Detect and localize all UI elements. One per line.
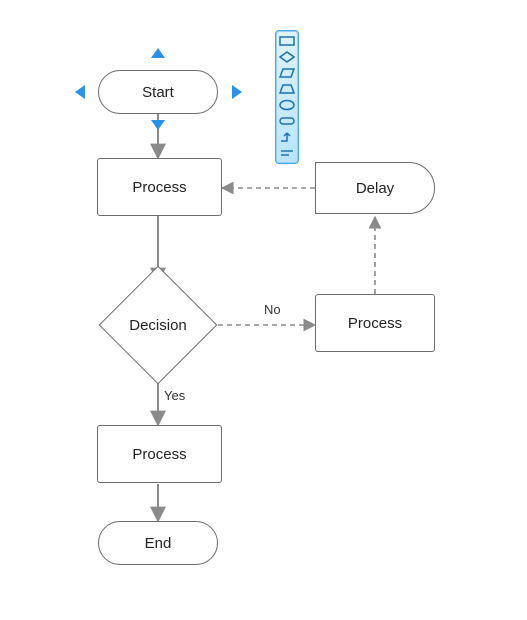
node-start[interactable]: Start <box>98 70 218 114</box>
node-delay-label: Delay <box>356 180 394 197</box>
tool-text-icon[interactable] <box>278 145 296 161</box>
selection-handle-left-icon[interactable] <box>75 85 85 99</box>
tool-rectangle-icon[interactable] <box>278 33 296 49</box>
tool-parallelogram-icon[interactable] <box>278 65 296 81</box>
edge-label-no: No <box>264 302 281 317</box>
tool-trapezoid-icon[interactable] <box>278 81 296 97</box>
node-decision-label: Decision <box>116 283 200 367</box>
edge-label-yes: Yes <box>164 388 185 403</box>
selection-handle-up-icon[interactable] <box>151 48 165 58</box>
node-process-3[interactable]: Process <box>315 294 435 352</box>
node-process-1[interactable]: Process <box>97 158 222 216</box>
tool-diamond-icon[interactable] <box>278 49 296 65</box>
tool-ellipse-icon[interactable] <box>278 97 296 113</box>
selection-handle-right-icon[interactable] <box>232 85 242 99</box>
node-process-2-label: Process <box>132 446 186 463</box>
node-process-1-label: Process <box>132 179 186 196</box>
node-delay[interactable]: Delay <box>315 162 435 214</box>
node-start-label: Start <box>142 84 174 101</box>
node-end[interactable]: End <box>98 521 218 565</box>
tool-connector-icon[interactable] <box>278 129 296 145</box>
shape-toolbar[interactable] <box>275 30 299 164</box>
node-process-2[interactable]: Process <box>97 425 222 483</box>
selection-handle-down-icon[interactable] <box>151 120 165 130</box>
node-end-label: End <box>145 535 172 552</box>
tool-terminator-icon[interactable] <box>278 113 296 129</box>
node-decision[interactable]: Decision <box>116 283 200 367</box>
node-process-3-label: Process <box>348 315 402 332</box>
